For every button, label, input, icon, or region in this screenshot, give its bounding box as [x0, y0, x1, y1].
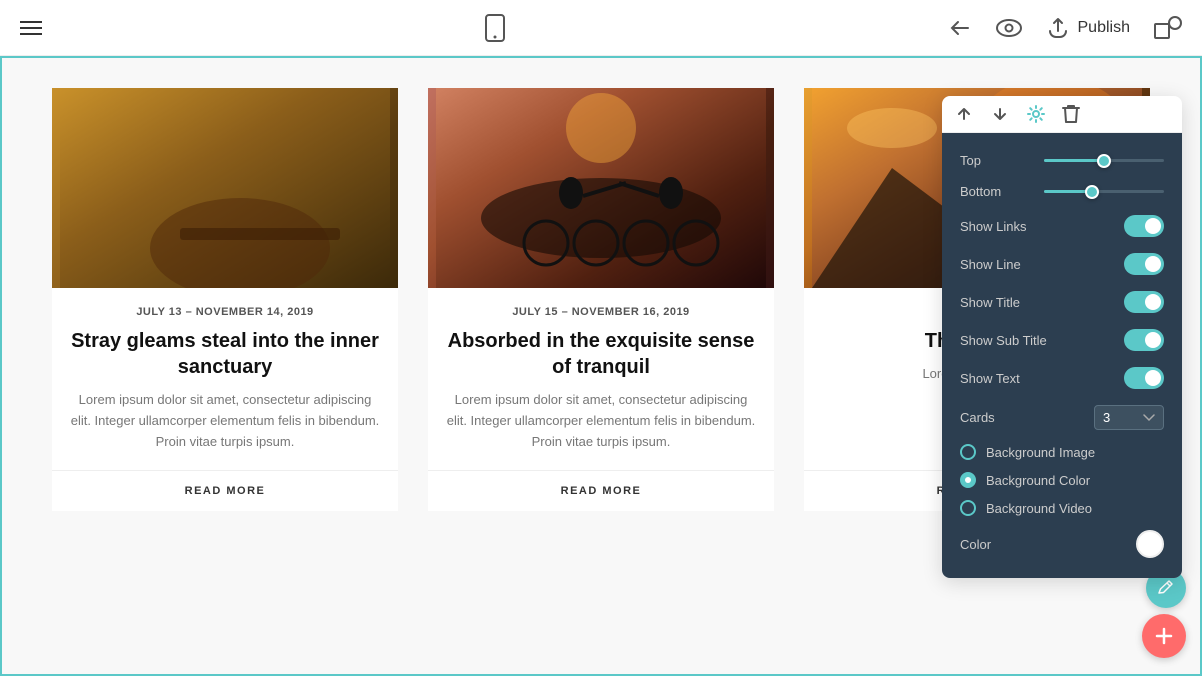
- move-down-button[interactable]: [990, 104, 1010, 124]
- pencil-icon: [1157, 579, 1175, 597]
- hamburger-icon[interactable]: [20, 21, 42, 35]
- nav-left: [20, 21, 42, 35]
- delete-button[interactable]: [1062, 104, 1080, 124]
- preview-button[interactable]: [996, 19, 1022, 37]
- card-2: JULY 15 – NOVEMBER 16, 2019 Absorbed in …: [428, 88, 774, 511]
- background-color-radio[interactable]: [960, 472, 976, 488]
- card-1-read-more[interactable]: READ MORE: [52, 470, 398, 511]
- card-2-title: Absorbed in the exquisite sense of tranq…: [444, 328, 758, 380]
- bottom-slider-track: [1044, 190, 1164, 193]
- show-sub-title-label: Show Sub Title: [960, 333, 1047, 348]
- bottom-slider-thumb[interactable]: [1085, 185, 1099, 199]
- background-image-label: Background Image: [986, 445, 1095, 460]
- show-links-row: Show Links: [942, 207, 1182, 245]
- arrow-up-icon: [954, 104, 974, 124]
- card-2-body: JULY 15 – NOVEMBER 16, 2019 Absorbed in …: [428, 288, 774, 470]
- show-text-row: Show Text: [942, 359, 1182, 397]
- background-video-row[interactable]: Background Video: [942, 494, 1182, 522]
- top-slider-track: [1044, 159, 1164, 162]
- background-image-row[interactable]: Background Image: [942, 438, 1182, 466]
- background-video-radio[interactable]: [960, 500, 976, 516]
- cards-label: Cards: [960, 410, 995, 425]
- card-2-read-more[interactable]: READ MORE: [428, 470, 774, 511]
- shapes-button[interactable]: [1154, 16, 1182, 40]
- chevron-down-icon: [1143, 414, 1155, 422]
- card-1-image: [52, 88, 398, 288]
- cards-row: Cards 3: [942, 397, 1182, 438]
- arrow-down-icon: [990, 104, 1010, 124]
- show-title-toggle[interactable]: [1124, 291, 1164, 313]
- trash-icon: [1062, 104, 1080, 124]
- cards-value: 3: [1103, 410, 1110, 425]
- nav-right: Publish: [948, 16, 1182, 40]
- top-row: Top: [942, 145, 1182, 176]
- shapes-icon: [1154, 16, 1182, 40]
- gear-icon: [1026, 104, 1046, 124]
- mobile-icon: [484, 14, 506, 42]
- fab-add-button[interactable]: [1142, 614, 1186, 658]
- settings-button[interactable]: [1026, 104, 1046, 124]
- card-1: JULY 13 – NOVEMBER 14, 2019 Stray gleams…: [52, 88, 398, 511]
- back-icon: [948, 16, 972, 40]
- show-line-toggle[interactable]: [1124, 253, 1164, 275]
- card-2-date: JULY 15 – NOVEMBER 16, 2019: [444, 306, 758, 318]
- show-title-label: Show Title: [960, 295, 1020, 310]
- bottom-slider[interactable]: [1044, 190, 1164, 193]
- show-line-label: Show Line: [960, 257, 1021, 272]
- top-slider-thumb[interactable]: [1097, 154, 1111, 168]
- background-image-radio[interactable]: [960, 444, 976, 460]
- show-links-label: Show Links: [960, 219, 1026, 234]
- card-1-svg: [52, 88, 398, 288]
- move-up-button[interactable]: [954, 104, 974, 124]
- bottom-row: Bottom: [942, 176, 1182, 207]
- card-2-svg: [428, 88, 774, 288]
- color-row: Color: [942, 522, 1182, 566]
- show-sub-title-toggle[interactable]: [1124, 329, 1164, 351]
- card-2-text: Lorem ipsum dolor sit amet, consectetur …: [444, 390, 758, 452]
- show-text-label: Show Text: [960, 371, 1020, 386]
- background-color-row[interactable]: Background Color: [942, 466, 1182, 494]
- card-1-body: JULY 13 – NOVEMBER 14, 2019 Stray gleams…: [52, 288, 398, 470]
- top-nav: Publish: [0, 0, 1202, 56]
- upload-icon: [1046, 17, 1070, 39]
- plus-icon: [1153, 625, 1175, 647]
- background-color-label: Background Color: [986, 473, 1090, 488]
- top-slider[interactable]: [1044, 159, 1164, 162]
- show-text-toggle[interactable]: [1124, 367, 1164, 389]
- nav-center: [484, 14, 506, 42]
- bottom-label: Bottom: [960, 184, 1001, 199]
- background-video-label: Background Video: [986, 501, 1092, 516]
- top-slider-fill: [1044, 159, 1104, 162]
- canvas-area: JULY 13 – NOVEMBER 14, 2019 Stray gleams…: [0, 56, 1202, 676]
- show-line-row: Show Line: [942, 245, 1182, 283]
- color-label: Color: [960, 537, 991, 552]
- toolbar-icons: [942, 96, 1182, 133]
- top-label: Top: [960, 153, 981, 168]
- eye-icon: [996, 19, 1022, 37]
- card-1-text: Lorem ipsum dolor sit amet, consectetur …: [68, 390, 382, 452]
- show-sub-title-row: Show Sub Title: [942, 321, 1182, 359]
- card-1-date: JULY 13 – NOVEMBER 14, 2019: [68, 306, 382, 318]
- publish-button[interactable]: Publish: [1046, 17, 1130, 39]
- color-swatch[interactable]: [1136, 530, 1164, 558]
- settings-panel: Top Bottom: [942, 133, 1182, 578]
- show-title-row: Show Title: [942, 283, 1182, 321]
- back-button[interactable]: [948, 16, 972, 40]
- device-preview-button[interactable]: [484, 14, 506, 42]
- show-links-toggle[interactable]: [1124, 215, 1164, 237]
- card-2-image: [428, 88, 774, 288]
- cards-dropdown[interactable]: 3: [1094, 405, 1164, 430]
- card-1-title: Stray gleams steal into the inner sanctu…: [68, 328, 382, 380]
- floating-toolbar: Top Bottom: [942, 96, 1182, 578]
